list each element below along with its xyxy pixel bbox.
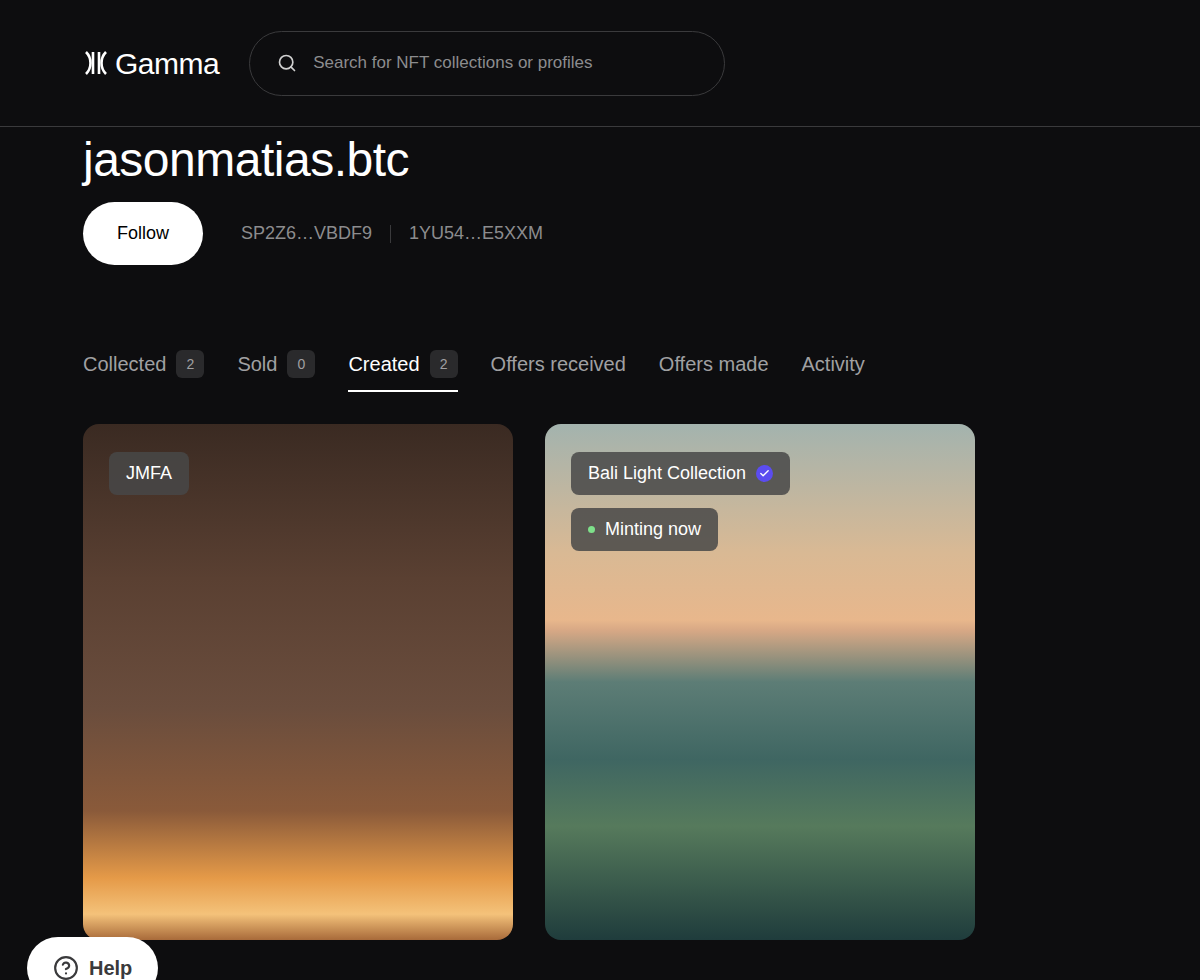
- nft-card[interactable]: Bali Light Collection Minting now: [545, 424, 975, 940]
- wallet-address[interactable]: SP2Z6…VBDF9: [241, 220, 372, 247]
- profile-tab[interactable]: Sold0: [237, 350, 315, 392]
- tab-count: 0: [287, 350, 315, 378]
- tab-count: 2: [176, 350, 204, 378]
- search-field[interactable]: Search for NFT collections or profiles: [249, 31, 725, 96]
- profile: jasonmatias.btc Follow SP2Z6…VBDF9 1YU54…E5…: [0, 127, 1200, 940]
- nft-card[interactable]: JMFA: [83, 424, 513, 940]
- help-button[interactable]: Help: [27, 937, 158, 980]
- help-icon: [53, 955, 79, 980]
- verified-icon: [756, 465, 773, 482]
- profile-tab[interactable]: Offers made: [659, 350, 769, 392]
- profile-tab[interactable]: Created2: [348, 350, 457, 392]
- search-icon: [277, 53, 297, 73]
- card-badge: JMFA: [109, 452, 189, 495]
- card-badge: Bali Light Collection: [571, 452, 790, 495]
- gamma-logo-icon: [83, 50, 109, 76]
- page: Gamma Search for NFT collections or profi…: [0, 0, 1200, 980]
- profile-tab[interactable]: Offers received: [491, 350, 626, 392]
- card-grid: JMFA Bali Light Collection Minting now: [83, 424, 1200, 940]
- profile-tab[interactable]: Activity: [802, 350, 865, 392]
- status-dot-icon: [588, 526, 595, 533]
- top-bar: Gamma Search for NFT collections or profi…: [0, 0, 1200, 127]
- wallet-address[interactable]: 1YU54…E5XXM: [409, 220, 543, 247]
- follow-button[interactable]: Follow: [83, 202, 203, 265]
- card-badge: Minting now: [571, 508, 718, 551]
- profile-tab[interactable]: Collected2: [83, 350, 204, 392]
- profile-tabs: Collected2 Sold0 Created2 Offers received Of…: [83, 350, 1200, 392]
- address-separator: [390, 225, 391, 243]
- tab-count: 2: [430, 350, 458, 378]
- logo[interactable]: Gamma: [83, 41, 219, 86]
- profile-name: jasonmatias.btc: [83, 131, 1200, 189]
